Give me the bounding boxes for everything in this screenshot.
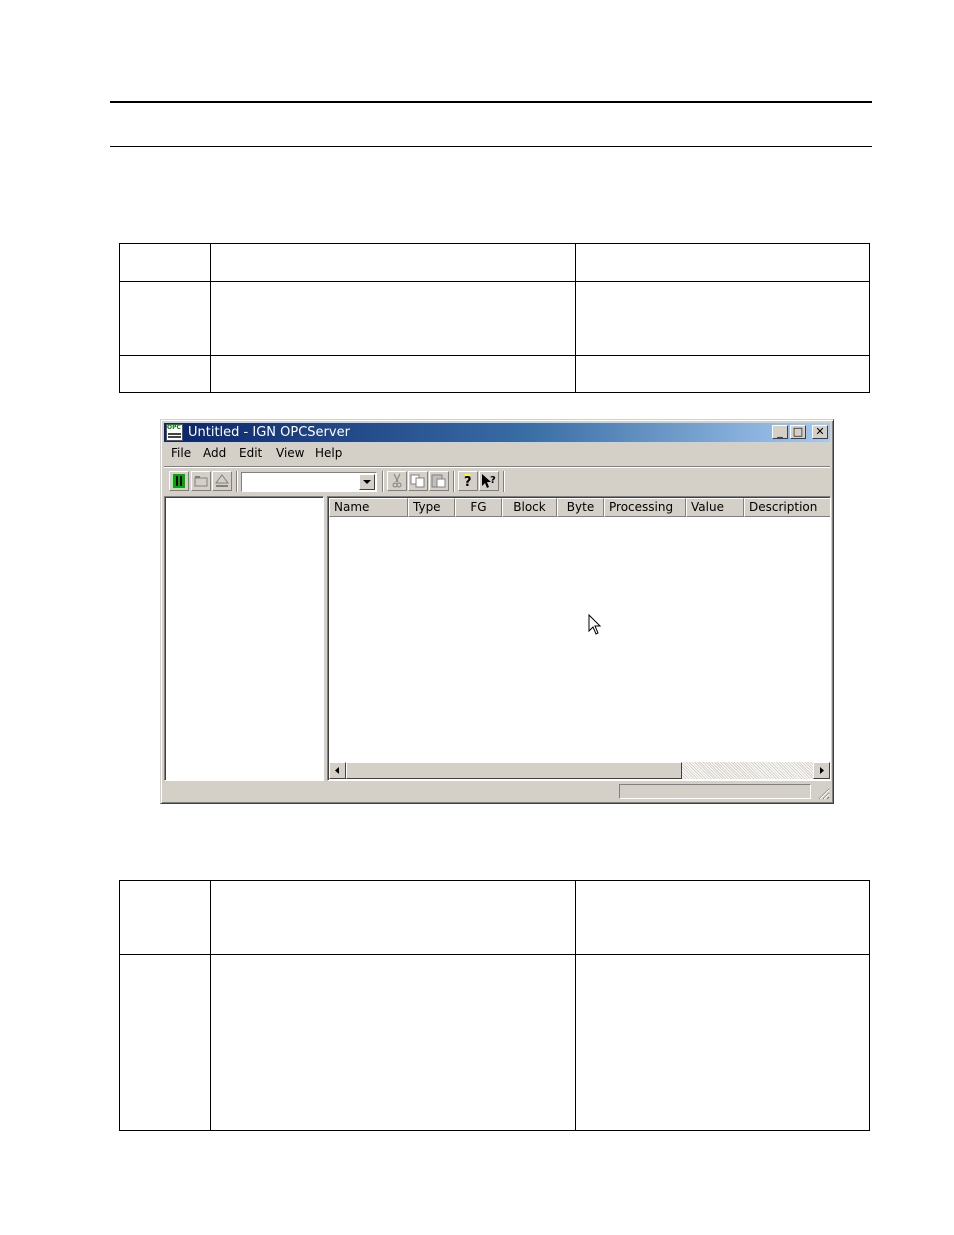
group-tree-pane[interactable] bbox=[164, 496, 324, 781]
table-cell bbox=[119, 355, 211, 393]
about-button[interactable]: ? bbox=[458, 471, 478, 491]
resize-grip-icon[interactable] bbox=[816, 786, 830, 800]
column-header-description[interactable]: Description bbox=[744, 498, 830, 517]
horizontal-scrollbar[interactable] bbox=[329, 762, 830, 779]
title-bar[interactable]: OPC Untitled - IGN OPCServer _ □ ✕ bbox=[164, 423, 830, 442]
toolbar-separator bbox=[503, 471, 505, 492]
paste-icon bbox=[431, 474, 446, 488]
table-cell bbox=[119, 880, 211, 955]
table-cell bbox=[119, 281, 211, 356]
table-cell bbox=[210, 281, 576, 356]
scroll-right-button[interactable] bbox=[813, 762, 830, 779]
context-help-button[interactable]: ? bbox=[479, 471, 499, 491]
table-cell bbox=[210, 954, 576, 1131]
eject-button[interactable] bbox=[212, 471, 232, 491]
paste-button[interactable] bbox=[429, 471, 449, 491]
toolbar-separator bbox=[236, 471, 238, 492]
column-header-fg[interactable]: FG bbox=[455, 498, 502, 517]
window-title: Untitled - IGN OPCServer bbox=[188, 425, 350, 440]
table-cell bbox=[210, 355, 576, 393]
svg-text:?: ? bbox=[464, 475, 472, 490]
menu-bar: File Add Edit View Help bbox=[164, 443, 830, 463]
cut-button[interactable] bbox=[387, 471, 407, 491]
column-header-block[interactable]: Block bbox=[502, 498, 557, 517]
close-icon: ✕ bbox=[815, 425, 825, 438]
toolbar-combo[interactable] bbox=[241, 472, 377, 492]
svg-text:?: ? bbox=[490, 475, 496, 486]
eject-icon bbox=[215, 474, 229, 487]
menu-view[interactable]: View bbox=[276, 446, 304, 460]
copy-icon bbox=[410, 474, 425, 488]
menu-edit[interactable]: Edit bbox=[239, 446, 262, 460]
run-button[interactable] bbox=[169, 471, 189, 491]
status-bar bbox=[164, 783, 830, 801]
document-table-top bbox=[119, 243, 870, 393]
table-cell bbox=[210, 243, 576, 282]
app-icon[interactable]: OPC bbox=[166, 424, 183, 441]
table-cell bbox=[119, 243, 211, 282]
chevron-down-icon[interactable] bbox=[359, 474, 375, 490]
item-list-pane[interactable]: Name Type FG Block Byte Processing Value… bbox=[327, 496, 831, 781]
column-header-processing[interactable]: Processing bbox=[604, 498, 686, 517]
opcserver-window: OPC Untitled - IGN OPCServer _ □ ✕ File … bbox=[160, 419, 834, 804]
table-cell bbox=[575, 355, 870, 393]
menu-help[interactable]: Help bbox=[315, 446, 342, 460]
about-icon: ? bbox=[464, 474, 472, 490]
table-cell bbox=[119, 954, 211, 1131]
context-help-icon: ? bbox=[482, 474, 496, 488]
header-rule-thick bbox=[110, 101, 872, 103]
toolbar-separator bbox=[453, 471, 455, 492]
column-header-byte[interactable]: Byte bbox=[557, 498, 604, 517]
column-header-name[interactable]: Name bbox=[329, 498, 408, 517]
table-cell bbox=[575, 880, 870, 955]
maximize-icon: □ bbox=[792, 425, 804, 438]
close-button[interactable]: ✕ bbox=[812, 425, 828, 439]
header-rule-thin bbox=[110, 146, 872, 147]
table-cell bbox=[575, 954, 870, 1131]
table-cell bbox=[575, 243, 870, 282]
column-header-value[interactable]: Value bbox=[686, 498, 744, 517]
menu-file[interactable]: File bbox=[171, 446, 191, 460]
maximize-button[interactable]: □ bbox=[790, 425, 806, 439]
run-icon bbox=[173, 474, 185, 488]
menu-toolbar-divider bbox=[164, 466, 830, 468]
toolbar-separator bbox=[382, 471, 384, 492]
mouse-pointer-icon bbox=[588, 614, 602, 635]
arrow-left-icon bbox=[335, 767, 339, 774]
minimize-button[interactable]: _ bbox=[772, 425, 788, 439]
cut-icon bbox=[392, 473, 402, 488]
column-header-type[interactable]: Type bbox=[408, 498, 455, 517]
copy-button[interactable] bbox=[408, 471, 428, 491]
document-table-bottom bbox=[119, 880, 870, 1131]
minimize-icon: _ bbox=[777, 425, 783, 438]
open-folder-button[interactable] bbox=[191, 471, 211, 491]
table-cell bbox=[575, 281, 870, 356]
scroll-left-button[interactable] bbox=[329, 762, 346, 779]
scrollbar-thumb[interactable] bbox=[346, 762, 682, 779]
open-folder-icon bbox=[194, 476, 208, 487]
menu-add[interactable]: Add bbox=[203, 446, 226, 460]
status-pane bbox=[619, 784, 811, 799]
arrow-right-icon bbox=[820, 767, 824, 774]
table-cell bbox=[210, 880, 576, 955]
